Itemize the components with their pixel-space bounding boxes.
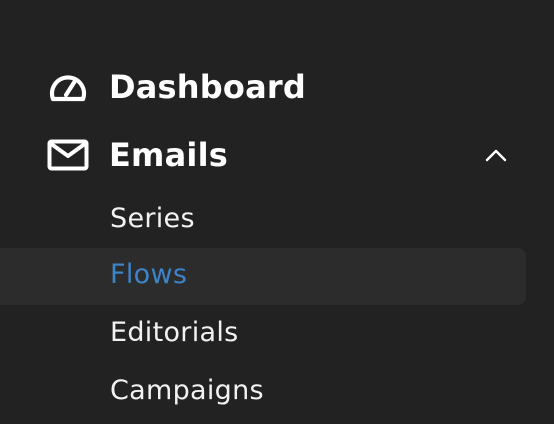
sidebar-subitem-label: Editorials	[110, 317, 239, 348]
sidebar-item-label: Emails	[109, 136, 228, 174]
sidebar-item-emails[interactable]: Emails	[0, 125, 554, 185]
sidebar-subitem-label: Series	[110, 203, 195, 234]
sidebar-subitem-flows[interactable]: Flows	[0, 248, 554, 305]
chevron-up-icon[interactable]	[480, 141, 512, 169]
gauge-icon	[47, 69, 89, 105]
mail-icon	[47, 137, 89, 173]
sidebar-subitem-label: Flows	[110, 259, 188, 290]
active-row-highlight	[0, 248, 526, 305]
sidebar-nav: Dashboard Emails Series Flows Editorials…	[0, 0, 554, 424]
sidebar-subitem-editorials[interactable]: Editorials	[0, 306, 554, 360]
sidebar-subitem-campaigns[interactable]: Campaigns	[0, 364, 554, 418]
sidebar-item-dashboard[interactable]: Dashboard	[0, 57, 554, 117]
sidebar-subitem-label: Campaigns	[110, 375, 264, 406]
sidebar-item-label: Dashboard	[109, 68, 306, 106]
sidebar-subitem-series[interactable]: Series	[0, 192, 554, 246]
